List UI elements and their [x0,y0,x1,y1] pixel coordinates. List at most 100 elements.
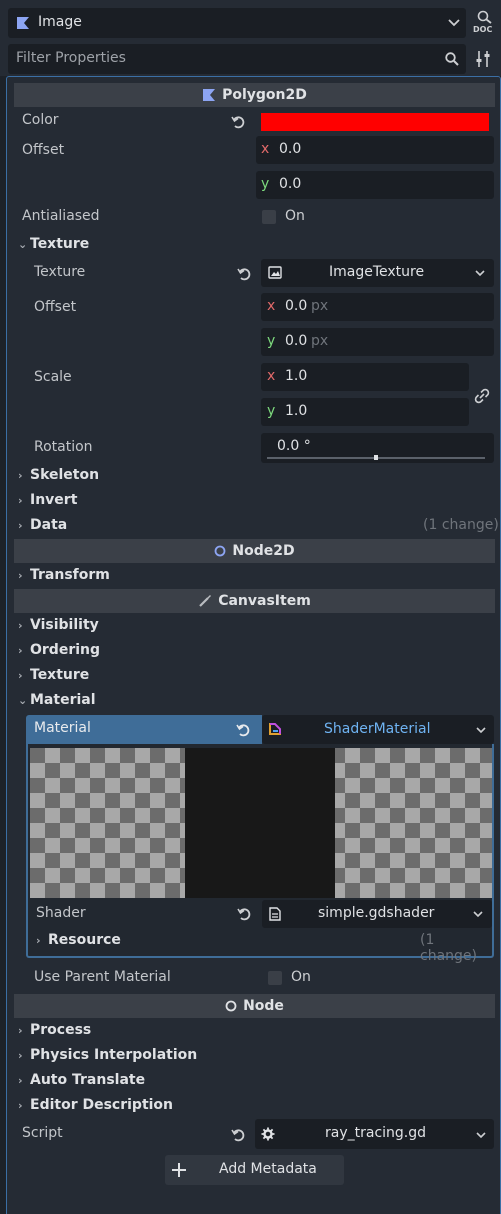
use-parent-material-checkbox[interactable] [268,971,282,985]
material-resource-picker[interactable]: ShaderMaterial [262,715,494,744]
offset-y-field[interactable]: y 0.0 [256,171,494,199]
texture-value: ImageTexture [329,264,425,280]
color-label: Color [22,112,59,128]
antialiased-value: On [285,208,305,224]
filter-properties-input[interactable]: Filter Properties [8,44,466,74]
chevron-right-icon: › [18,1074,23,1087]
canvas-texture-label: Texture [30,667,90,683]
doc-label: DOC [473,25,493,34]
data-group-toggle[interactable]: › Data [18,517,67,533]
chevron-down-icon: ⌄ [18,694,28,707]
rotation-value: 0.0 ° [277,438,311,454]
resource-change-note: (1 change) [420,932,477,964]
resource-group-toggle[interactable]: › Resource [36,932,121,948]
polygon2d-title: Polygon2D [222,87,307,103]
shader-material-icon [269,723,281,735]
chevron-right-icon: › [18,619,23,632]
process-label: Process [30,1022,92,1038]
editor-description-group-toggle[interactable]: › Editor Description [18,1097,173,1113]
invert-group-toggle[interactable]: › Invert [18,492,77,508]
offset-y-value: 0.0 [279,176,302,192]
chevron-right-icon: › [18,669,23,682]
chevron-down-icon[interactable] [473,910,483,918]
material-group-toggle[interactable]: ⌄ Material [18,692,96,708]
node-section-header: Node [14,994,495,1018]
scale-x-value: 1.0 [285,368,308,384]
unit-label: px [311,298,329,314]
shader-value: simple.gdshader [318,905,435,921]
y-axis-label: y [261,176,270,192]
add-metadata-button[interactable]: Add Metadata [165,1155,344,1185]
script-resource-picker[interactable]: ray_tracing.gd [255,1119,494,1149]
skeleton-group-toggle[interactable]: › Skeleton [18,467,99,483]
ordering-group-toggle[interactable]: › Ordering [18,642,100,658]
chevron-down-icon[interactable] [476,726,486,734]
visibility-group-toggle[interactable]: › Visibility [18,617,99,633]
chevron-right-icon: › [18,469,23,482]
chevron-down-icon [448,19,460,27]
texture-offset-x-field[interactable]: x 0.0 px [261,293,494,321]
scale-x-field[interactable]: x 1.0 [261,363,469,391]
canvasitem-title: CanvasItem [218,593,311,609]
search-help-icon [477,10,492,24]
chevron-right-icon: › [18,569,23,582]
texture-group-toggle[interactable]: ⌄ Texture [18,236,89,252]
chevron-down-icon[interactable] [475,269,485,277]
chevron-right-icon: › [18,1024,23,1037]
canvasitem-section-header: CanvasItem [14,589,495,613]
tools-icon[interactable] [475,50,493,68]
rotation-slider[interactable]: 0.0 ° [261,433,494,463]
auto-translate-label: Auto Translate [30,1072,146,1088]
physics-interpolation-group-toggle[interactable]: › Physics Interpolation [18,1047,197,1063]
editor-description-label: Editor Description [30,1097,174,1113]
chevron-right-icon: › [18,1049,23,1062]
offset-label: Offset [22,142,65,158]
revert-icon[interactable] [237,907,251,921]
use-parent-material-value: On [291,969,311,985]
chevron-down-icon[interactable] [476,1131,486,1139]
polygon2d-section-header: Polygon2D [14,83,495,107]
link-icon[interactable] [474,388,490,404]
node-icon [225,1000,237,1012]
canvas-texture-group-toggle[interactable]: › Texture [18,667,89,683]
material-preview-swatch [185,748,335,898]
add-metadata-label: Add Metadata [219,1161,317,1177]
material-label: Material [34,720,91,736]
script-label: Script [22,1125,63,1141]
data-label: Data [30,517,68,533]
process-group-toggle[interactable]: › Process [18,1022,91,1038]
unit-label: px [311,333,329,349]
script-value: ray_tracing.gd [325,1125,427,1141]
offset-x-value: 0.0 [279,141,302,157]
skeleton-label: Skeleton [30,467,100,483]
revert-icon[interactable] [231,115,245,129]
chevron-right-icon: › [18,644,23,657]
x-axis-label: x [267,368,276,384]
data-change-note: (1 change) [423,517,499,533]
color-picker-button[interactable] [261,113,489,131]
texture-offset-y-field[interactable]: y 0.0 px [261,328,494,356]
revert-icon[interactable] [231,1128,245,1142]
use-parent-material-label: Use Parent Material [34,969,171,985]
revert-icon[interactable] [236,723,250,737]
texture-resource-picker[interactable]: ImageTexture [261,259,494,287]
antialiased-checkbox[interactable] [262,210,276,224]
chevron-down-icon: ⌄ [18,238,28,251]
material-row[interactable]: Material [26,715,262,744]
transform-group-toggle[interactable]: › Transform [18,567,110,583]
visibility-label: Visibility [30,617,99,633]
node-type-select[interactable]: Image [8,8,466,38]
scale-y-field[interactable]: y 1.0 [261,398,469,426]
shader-resource-picker[interactable]: simple.gdshader [262,900,492,928]
doc-button[interactable]: DOC [470,8,498,38]
y-axis-label: y [267,333,276,349]
node2d-icon [214,545,226,557]
revert-icon[interactable] [237,267,251,281]
offset-x-field[interactable]: x 0.0 [256,136,494,164]
polygon2d-icon [203,89,216,101]
auto-translate-group-toggle[interactable]: › Auto Translate [18,1072,145,1088]
material-value: ShaderMaterial [324,721,431,737]
chevron-right-icon: › [18,494,23,507]
slider-grabber[interactable] [374,455,378,460]
x-axis-label: x [267,298,276,314]
